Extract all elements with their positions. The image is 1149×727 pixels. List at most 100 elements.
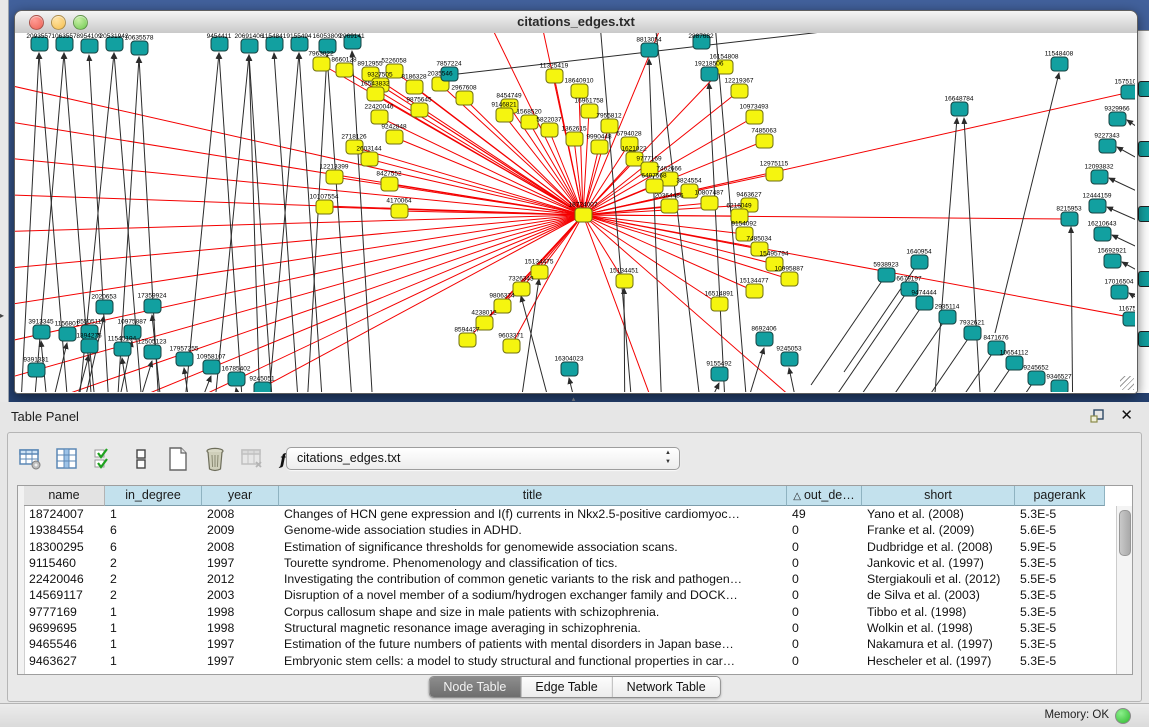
graph-node[interactable] (1099, 139, 1116, 153)
table-row[interactable]: 1872400712008Changes of HCN gene express… (24, 506, 1116, 522)
table-row[interactable]: 946362711997Embryonic stem cells: a mode… (24, 653, 1116, 669)
graph-node[interactable] (571, 84, 588, 98)
graph-node[interactable] (1006, 356, 1023, 370)
vertical-scrollbar[interactable] (1116, 506, 1132, 674)
table-row[interactable]: 1938455462009Genome-wide association stu… (24, 522, 1116, 538)
graph-node[interactable] (33, 325, 50, 339)
graph-node[interactable] (964, 326, 981, 340)
graph-node[interactable] (575, 208, 592, 222)
graph-node[interactable] (878, 268, 895, 282)
graph-node[interactable] (496, 108, 513, 122)
graph-node[interactable] (1051, 57, 1068, 71)
column-header-pagerank[interactable]: pagerank (1015, 486, 1105, 506)
graph-node[interactable] (513, 282, 530, 296)
graph-node[interactable] (316, 200, 333, 214)
graph-node[interactable] (746, 110, 763, 124)
column-header-in_degree[interactable]: in_degree (105, 486, 202, 506)
graph-node[interactable] (114, 342, 131, 356)
graph-node[interactable] (326, 170, 343, 184)
graph-node[interactable] (646, 179, 663, 193)
resize-grip-icon[interactable] (1120, 376, 1134, 390)
graph-node[interactable] (411, 103, 428, 117)
select-rows-icon[interactable] (92, 446, 116, 472)
float-window-icon[interactable] (1089, 408, 1105, 424)
graph-node[interactable] (28, 363, 45, 377)
graph-node[interactable] (916, 296, 933, 310)
graph-node[interactable] (254, 382, 271, 392)
graph-node[interactable] (746, 284, 763, 298)
table-row[interactable]: 969969511998Structural magnetic resonanc… (24, 620, 1116, 636)
graph-node[interactable] (203, 360, 220, 374)
graph-node[interactable] (503, 339, 520, 353)
graph-node[interactable] (766, 167, 783, 181)
expand-panel-arrow-icon[interactable]: ▸ (0, 312, 4, 320)
collapsed-control-panel-strip[interactable]: ▸ (0, 0, 9, 402)
graph-node[interactable] (541, 123, 558, 137)
graph-node[interactable] (381, 177, 398, 191)
graph-node[interactable] (781, 352, 798, 366)
graph-node[interactable] (566, 132, 583, 146)
graph-node[interactable] (546, 69, 563, 83)
graph-node[interactable] (1104, 254, 1121, 268)
graph-node[interactable] (131, 41, 148, 55)
graph-node[interactable] (1028, 371, 1045, 385)
graph-node[interactable] (1091, 170, 1108, 184)
graph-node[interactable] (406, 80, 423, 94)
graph-node[interactable] (1089, 199, 1106, 213)
graph-node[interactable] (951, 102, 968, 116)
graph-node[interactable] (781, 272, 798, 286)
graph-node[interactable] (81, 339, 98, 353)
table-options-icon[interactable] (18, 446, 42, 472)
graph-node[interactable] (313, 57, 330, 71)
table-chooser-combo[interactable]: citations_edges.txt ▲▼ (286, 447, 680, 470)
graph-node[interactable] (1109, 112, 1126, 126)
column-header-short[interactable]: short (862, 486, 1015, 506)
delete-column-icon[interactable] (203, 446, 227, 472)
network-window-titlebar[interactable]: citations_edges.txt (15, 11, 1137, 34)
graph-node[interactable] (336, 63, 353, 77)
graph-node[interactable] (144, 299, 161, 313)
graph-node[interactable] (367, 87, 384, 101)
new-column-icon[interactable] (166, 446, 190, 472)
column-header-out_de[interactable]: △out_de… (787, 486, 862, 506)
column-header-name[interactable]: name (24, 486, 105, 506)
graph-node[interactable] (1111, 285, 1128, 299)
graph-node[interactable] (701, 196, 718, 210)
graph-node[interactable] (241, 39, 258, 53)
column-visibility-icon[interactable] (55, 446, 79, 472)
scrollbar-thumb[interactable] (1119, 510, 1131, 556)
graph-node[interactable] (176, 352, 193, 366)
close-panel-icon[interactable]: ✕ (1120, 406, 1133, 424)
citation-graph[interactable]: 7963822866012889129555226058932750581863… (15, 33, 1135, 392)
graph-node[interactable] (1123, 312, 1135, 326)
graph-node[interactable] (731, 84, 748, 98)
graph-node[interactable] (386, 130, 403, 144)
graph-node[interactable] (361, 152, 378, 166)
table-row[interactable]: 1830029562008Estimation of significance … (24, 539, 1116, 555)
tab-network-table[interactable]: Network Table (613, 677, 720, 697)
graph-node[interactable] (96, 300, 113, 314)
graph-node[interactable] (1094, 227, 1111, 241)
graph-node[interactable] (711, 297, 728, 311)
table-row[interactable]: 946554611997Estimation of the future num… (24, 636, 1116, 652)
graph-node[interactable] (81, 39, 98, 53)
graph-node[interactable] (939, 310, 956, 324)
graph-node[interactable] (711, 367, 728, 381)
column-header-year[interactable]: year (202, 486, 279, 506)
graph-node[interactable] (561, 362, 578, 376)
graph-node[interactable] (371, 110, 388, 124)
row-height-icon[interactable] (129, 446, 153, 472)
table-row[interactable]: 1456911722003Disruption of a novel membe… (24, 587, 1116, 603)
graph-node[interactable] (59, 327, 76, 341)
graph-node[interactable] (591, 140, 608, 154)
graph-node[interactable] (661, 199, 678, 213)
graph-node[interactable] (228, 372, 245, 386)
column-header-title[interactable]: title (279, 486, 787, 506)
graph-node[interactable] (1061, 212, 1078, 226)
graph-node[interactable] (616, 274, 633, 288)
graph-node[interactable] (144, 345, 161, 359)
network-canvas[interactable]: 7963822866012889129555226058932750581863… (15, 33, 1137, 393)
tab-node-table[interactable]: Node Table (429, 677, 521, 697)
graph-node[interactable] (1121, 85, 1135, 99)
graph-node[interactable] (756, 332, 773, 346)
